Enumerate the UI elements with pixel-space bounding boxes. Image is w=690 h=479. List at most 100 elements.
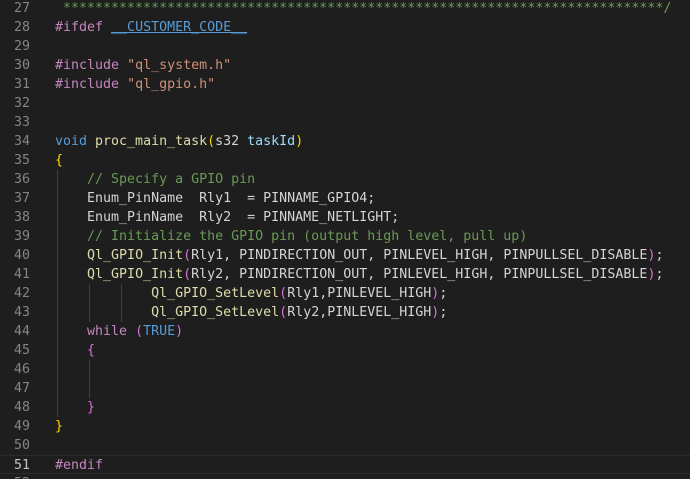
code-line[interactable]: 41 Ql_GPIO_Init(Rly2, PINDIRECTION_OUT, … — [0, 265, 690, 284]
line-number: 38 — [13, 210, 30, 225]
line-number: 43 — [13, 305, 30, 320]
line-code: ****************************************… — [55, 0, 671, 18]
line-code: { — [55, 151, 63, 170]
code-token: Rly1,PINLEVEL_HIGH — [287, 286, 432, 301]
code-line[interactable]: 45 { — [0, 341, 690, 360]
code-line[interactable]: 43 Ql_GPIO_SetLevel(Rly2,PINLEVEL_HIGH); — [0, 303, 690, 322]
line-code: #ifdef __CUSTOMER_CODE__ — [55, 18, 247, 37]
code-line[interactable]: 32 — [0, 94, 690, 113]
line-number: 41 — [13, 267, 30, 282]
code-line[interactable]: 44 while (TRUE) — [0, 322, 690, 341]
code-token: void — [55, 134, 96, 149]
code-token: ( — [207, 134, 216, 149]
code-editor[interactable]: 27 *************************************… — [0, 0, 690, 479]
code-token: "ql_system.h" — [127, 58, 232, 73]
line-number: 42 — [13, 286, 30, 301]
code-token: ; — [439, 286, 448, 301]
code-line[interactable]: 35 { — [0, 151, 690, 170]
code-token: __CUSTOMER_CODE__ — [111, 20, 248, 35]
code-token: Enum_PinName Rly2 = PINNAME_NETLIGHT; — [55, 210, 400, 225]
line-number: 35 — [13, 153, 30, 168]
code-line[interactable]: 31 #include "ql_gpio.h" — [0, 75, 690, 94]
line-number: 30 — [13, 58, 30, 73]
code-line[interactable]: 46 — [0, 360, 690, 379]
line-code: void proc_main_task(s32 taskId) — [55, 132, 303, 151]
code-token: ) — [175, 324, 184, 339]
code-token: ; — [655, 267, 664, 282]
code-token: // Specify a GPIO pin — [55, 172, 256, 187]
code-token: ( — [183, 267, 192, 282]
code-token: Ql_GPIO_Init — [87, 248, 184, 263]
line-code: { — [55, 341, 95, 360]
code-line[interactable]: 48 } — [0, 398, 690, 417]
code-token: Ql_GPIO_SetLevel — [151, 305, 280, 320]
code-token: #ifdef — [55, 20, 112, 35]
code-token: "ql_gpio.h" — [127, 77, 216, 92]
line-number: 49 — [13, 419, 30, 434]
line-number: 31 — [13, 77, 30, 92]
code-line[interactable]: 36 // Specify a GPIO pin — [0, 170, 690, 189]
line-code: while (TRUE) — [55, 322, 183, 341]
indent-guide — [89, 360, 90, 379]
line-number: 36 — [13, 172, 30, 187]
line-code: } — [55, 398, 95, 417]
code-token: ; — [655, 248, 664, 263]
code-line[interactable]: 37 Enum_PinName Rly1 = PINNAME_GPIO4; — [0, 189, 690, 208]
code-line[interactable]: 50 — [0, 436, 690, 455]
line-number: 37 — [13, 191, 30, 206]
line-number: 40 — [13, 248, 30, 263]
line-code: Ql_GPIO_Init(Rly1, PINDIRECTION_OUT, PIN… — [55, 246, 663, 265]
code-token: while — [87, 324, 128, 339]
code-token: TRUE — [143, 324, 176, 339]
line-number: 33 — [13, 115, 30, 130]
code-line[interactable]: 27 *************************************… — [0, 0, 690, 18]
code-line[interactable]: 40 Ql_GPIO_Init(Rly1, PINDIRECTION_OUT, … — [0, 246, 690, 265]
code-line[interactable]: 28 #ifdef __CUSTOMER_CODE__ — [0, 18, 690, 37]
code-token: s32 — [215, 134, 248, 149]
line-number: 32 — [13, 96, 30, 111]
line-code: #include "ql_gpio.h" — [55, 75, 215, 94]
line-code: #include "ql_system.h" — [55, 56, 231, 75]
line-number: 28 — [13, 20, 30, 35]
code-line[interactable]: 34 void proc_main_task(s32 taskId) — [0, 132, 690, 151]
line-code: Ql_GPIO_SetLevel(Rly2,PINLEVEL_HIGH); — [55, 303, 447, 322]
code-token: Rly2,PINLEVEL_HIGH — [287, 305, 432, 320]
code-token: Enum_PinName Rly1 = PINNAME_GPIO4; — [55, 191, 376, 206]
code-line[interactable]: 33 — [0, 113, 690, 132]
code-token: Rly2, PINDIRECTION_OUT, PINLEVEL_HIGH, P… — [191, 267, 648, 282]
line-code: #endif — [55, 456, 103, 475]
line-number: 44 — [13, 324, 30, 339]
line-code: // Initialize the GPIO pin (output high … — [55, 227, 527, 246]
code-line[interactable]: 52 — [0, 474, 690, 479]
code-line[interactable]: 47 — [0, 379, 690, 398]
line-code: Enum_PinName Rly1 = PINNAME_GPIO4; — [55, 189, 375, 208]
code-token: ( — [279, 286, 288, 301]
code-line[interactable]: 29 — [0, 37, 690, 56]
code-token: taskId — [247, 134, 296, 149]
line-code: } — [55, 417, 63, 436]
code-line[interactable]: 39 // Initialize the GPIO pin (output hi… — [0, 227, 690, 246]
line-number: 50 — [13, 438, 30, 453]
code-token: ( — [135, 324, 144, 339]
line-number: 29 — [13, 39, 30, 54]
line-number: 48 — [13, 400, 30, 415]
code-token: #include — [55, 58, 128, 73]
line-code: Ql_GPIO_Init(Rly2, PINDIRECTION_OUT, PIN… — [55, 265, 663, 284]
code-token: #endif — [55, 458, 104, 473]
code-line[interactable]: 42 Ql_GPIO_SetLevel(Rly1,PINLEVEL_HIGH); — [0, 284, 690, 303]
code-token: { — [55, 153, 64, 168]
line-number: 52 — [0, 474, 30, 479]
code-line[interactable]: 30 #include "ql_system.h" — [0, 56, 690, 75]
code-line[interactable]: 38 Enum_PinName Rly2 = PINNAME_NETLIGHT; — [0, 208, 690, 227]
code-line[interactable]: 49} — [0, 417, 690, 436]
code-line[interactable]: 51 #endif — [0, 455, 690, 474]
code-token: proc_main_task — [95, 134, 208, 149]
line-number: 27 — [13, 1, 30, 16]
code-token: // Initialize the GPIO pin (output high … — [55, 229, 528, 244]
